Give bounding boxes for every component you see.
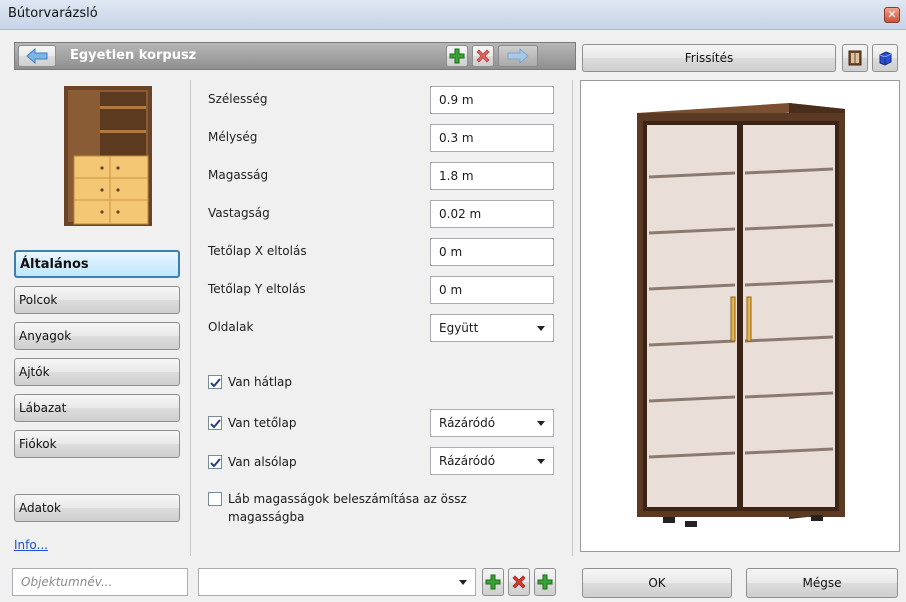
top-panel-value: Rázáródó: [439, 416, 496, 430]
top-x-offset-label: Tetőlap X eltolás: [208, 244, 307, 258]
title-bar: [0, 0, 906, 30]
top-panel-label: Van tetőlap: [228, 416, 297, 430]
forward-button[interactable]: [498, 45, 538, 67]
back-button[interactable]: [18, 45, 56, 67]
sides-label: Oldalak: [208, 320, 254, 334]
legs-height-label-line1: Láb magasságok beleszámítása az össz: [228, 492, 467, 506]
checkmark-icon: [209, 418, 221, 428]
left-divider: [190, 80, 191, 556]
legs-height-checkbox[interactable]: [208, 492, 222, 506]
preview-panel: [580, 80, 900, 552]
top-panel-dropdown[interactable]: Rázáródó: [430, 409, 554, 437]
width-input[interactable]: 0.9 m: [430, 86, 554, 114]
plus-icon: [449, 48, 465, 64]
sides-value: Együtt: [439, 321, 479, 335]
object-dropdown[interactable]: [198, 568, 476, 596]
thickness-label: Vastagság: [208, 206, 270, 220]
checkmark-icon: [209, 457, 221, 467]
cube-icon: [879, 51, 892, 66]
data-button[interactable]: Adatok: [14, 494, 180, 522]
chevron-down-icon: [537, 326, 545, 331]
x-icon: [512, 575, 526, 589]
arrow-left-icon: [26, 48, 48, 64]
legs-height-label-line2: magasságba: [228, 510, 305, 524]
chevron-down-icon: [537, 459, 545, 464]
cabinet-thumbnail: [64, 86, 152, 226]
3d-view-button[interactable]: [872, 44, 898, 72]
nav-title: Egyetlen korpusz: [70, 48, 197, 63]
bottom-delete-button[interactable]: [508, 568, 530, 596]
bottom-add-alt-button[interactable]: [534, 568, 556, 596]
bottom-panel-label: Van alsólap: [228, 455, 297, 469]
depth-input[interactable]: 0.3 m: [430, 124, 554, 152]
back-panel-checkbox[interactable]: [208, 375, 222, 389]
cabinet-icon: [848, 50, 862, 66]
height-input[interactable]: 1.8 m: [430, 162, 554, 190]
object-name-input[interactable]: Objektumnév...: [12, 568, 188, 596]
category-materials[interactable]: Anyagok: [14, 322, 180, 350]
height-label: Magasság: [208, 168, 269, 182]
x-icon: [476, 49, 490, 63]
depth-label: Mélység: [208, 130, 258, 144]
cabinet-3d-preview: [637, 103, 845, 527]
ok-button[interactable]: OK: [582, 568, 732, 598]
top-panel-checkbox[interactable]: [208, 416, 222, 430]
refresh-button[interactable]: Frissítés: [582, 44, 836, 72]
top-y-offset-input[interactable]: 0 m: [430, 276, 554, 304]
add-button[interactable]: [446, 45, 468, 67]
bottom-panel-value: Rázáródó: [439, 454, 496, 468]
cabinet-view-button[interactable]: [842, 44, 868, 72]
back-panel-label: Van hátlap: [228, 375, 293, 389]
plus-icon: [537, 574, 553, 590]
category-plinth[interactable]: Lábazat: [14, 394, 180, 422]
category-doors[interactable]: Ajtók: [14, 358, 180, 386]
plus-icon: [485, 574, 501, 590]
top-x-offset-input[interactable]: 0 m: [430, 238, 554, 266]
category-shelves[interactable]: Polcok: [14, 286, 180, 314]
chevron-down-icon: [459, 580, 467, 585]
bottom-add-button[interactable]: [482, 568, 504, 596]
thickness-input[interactable]: 0.02 m: [430, 200, 554, 228]
category-drawers[interactable]: Fiókok: [14, 430, 180, 458]
close-button[interactable]: ✕: [884, 7, 900, 23]
window-title: Bútorvarázsló: [8, 6, 98, 21]
right-divider: [572, 80, 573, 556]
bottom-panel-dropdown[interactable]: Rázáródó: [430, 447, 554, 475]
top-y-offset-label: Tetőlap Y eltolás: [208, 282, 306, 296]
width-label: Szélesség: [208, 92, 268, 106]
checkmark-icon: [209, 377, 221, 387]
info-link[interactable]: Info...: [14, 538, 48, 552]
chevron-down-icon: [537, 421, 545, 426]
cancel-button[interactable]: Mégse: [746, 568, 898, 598]
category-general[interactable]: Általános: [14, 250, 180, 278]
arrow-right-icon: [507, 48, 529, 64]
bottom-panel-checkbox[interactable]: [208, 455, 222, 469]
delete-button[interactable]: [472, 45, 494, 67]
sides-dropdown[interactable]: Együtt: [430, 314, 554, 342]
